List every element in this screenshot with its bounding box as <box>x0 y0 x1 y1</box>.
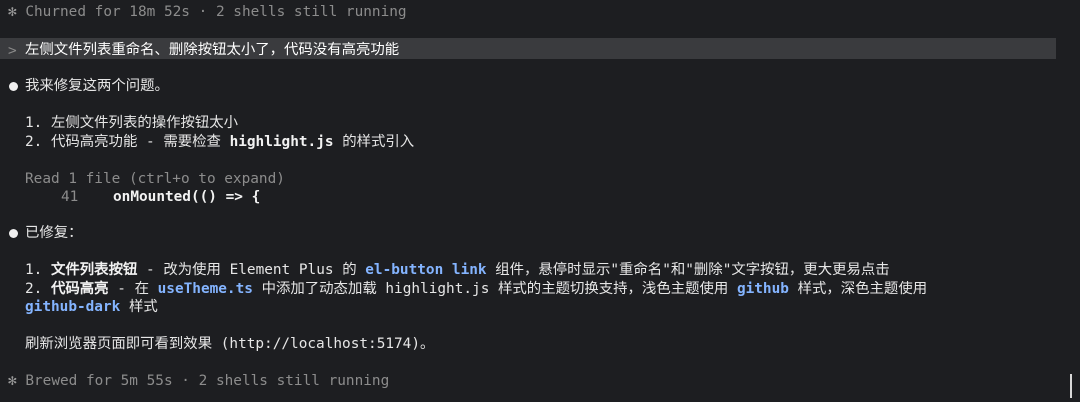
user-prompt-text: 左侧文件列表重命名、删除按钮太小了，代码没有高亮功能 <box>25 42 400 58</box>
list-item: 1. 左侧文件列表的操作按钮太小 <box>25 115 239 131</box>
assistant-message-intro: 已修复： <box>25 225 83 241</box>
scrollbar[interactable] <box>1070 374 1072 398</box>
list-item-continuation: github-dark 样式 <box>25 299 158 315</box>
list-item: 2. 代码高亮功能 - 需要检查 highlight.js 的样式引入 <box>25 134 415 150</box>
assistant-message-footer: 刷新浏览器页面即可看到效果 (http://localhost:5174)。 <box>25 336 435 352</box>
prompt-caret: > <box>8 43 17 59</box>
asterisk-spinner-icon: ✻ <box>8 373 17 389</box>
code-line-text: onMounted(() => { <box>113 189 261 205</box>
status-line-bottom: ✻ Brewed for 5m 55s · 2 shells still run… <box>8 373 390 389</box>
status-line-top: ✻ Churned for 18m 52s · 2 shells still r… <box>8 4 407 20</box>
message-bullet-icon <box>9 82 18 91</box>
message-bullet-icon <box>9 229 18 238</box>
code-line-number: 41 <box>61 189 79 205</box>
list-item: 1. 文件列表按钮 - 改为使用 Element Plus 的 el-butto… <box>25 262 890 278</box>
asterisk-spinner-icon: ✻ <box>8 4 17 20</box>
assistant-message-intro: 我来修复这两个问题。 <box>25 78 169 94</box>
tool-read-header[interactable]: Read 1 file (ctrl+o to expand) <box>25 170 285 189</box>
list-item: 2. 代码高亮 - 在 useTheme.ts 中添加了动态加载 highlig… <box>25 281 928 297</box>
terminal-window: ✻ Churned for 18m 52s · 2 shells still r… <box>0 0 1080 402</box>
